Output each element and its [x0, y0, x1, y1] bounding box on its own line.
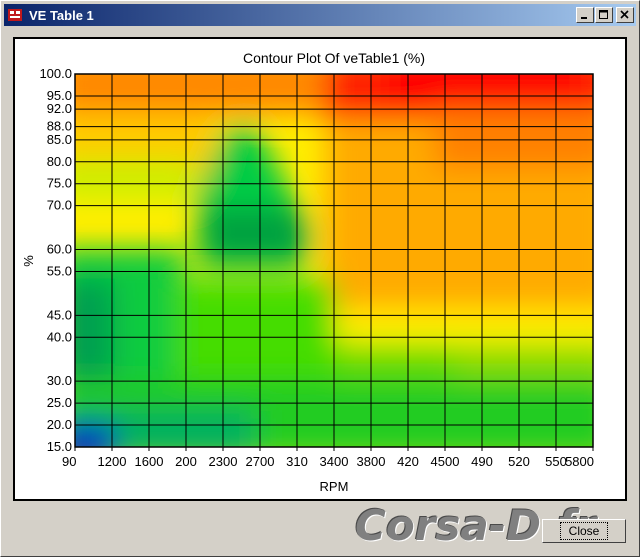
app-chip-icon[interactable]	[7, 7, 23, 23]
x-tick-label: 310	[286, 454, 308, 469]
x-tick-label: 550	[545, 454, 567, 469]
title-bar[interactable]: VE Table 1	[4, 4, 636, 26]
y-tick-label: 100.0	[39, 66, 72, 81]
x-tick-label: 3800	[357, 454, 386, 469]
close-button-label: Close	[559, 522, 609, 540]
minimize-icon	[581, 17, 587, 19]
heatmap-surface	[75, 74, 593, 447]
y-tick-label: 55.0	[47, 263, 72, 278]
minimize-button[interactable]	[576, 7, 594, 23]
y-axis-label: %	[21, 255, 36, 267]
ve-table-window: VE Table 1 Contour Plot Of veTable1 (%)	[0, 0, 640, 557]
close-button[interactable]: Close	[542, 519, 626, 543]
x-tick-label: 2300	[209, 454, 238, 469]
x-tick-label: 200	[175, 454, 197, 469]
window-title: VE Table 1	[29, 7, 94, 23]
x-tick-label: 420	[397, 454, 419, 469]
y-tick-label: 20.0	[47, 417, 72, 432]
x-tick-label: 490	[471, 454, 493, 469]
x-tick-label: 5800	[565, 454, 594, 469]
contour-chart: Contour Plot Of veTable1 (%) 100.095.092…	[21, 50, 594, 494]
y-tick-label: 85.0	[47, 132, 72, 147]
x-tick-label: 90	[62, 454, 76, 469]
y-tick-label: 15.0	[47, 439, 72, 454]
close-icon	[620, 10, 629, 19]
x-tick-label: 520	[508, 454, 530, 469]
y-tick-label: 75.0	[47, 176, 72, 191]
x-tick-label: 1200	[98, 454, 127, 469]
x-tick-label: 2700	[246, 454, 275, 469]
x-tick-label: 4500	[431, 454, 460, 469]
y-tick-label: 40.0	[47, 329, 72, 344]
y-tick-label: 25.0	[47, 395, 72, 410]
maximize-icon	[599, 10, 608, 19]
maximize-button[interactable]	[595, 7, 613, 23]
y-tick-label: 60.0	[47, 242, 72, 257]
y-tick-label: 30.0	[47, 373, 72, 388]
x-tick-label: 3400	[320, 454, 349, 469]
x-tick-label: 1600	[135, 454, 164, 469]
x-axis: 90 1200 1600 200 2300 2700 310 3400 3800 420 4500 4…	[62, 454, 594, 469]
x-axis-label: RPM	[320, 479, 349, 494]
y-tick-label: 80.0	[47, 154, 72, 169]
plot-frame: Contour Plot Of veTable1 (%) 100.0 95.0 …	[13, 37, 627, 501]
close-window-button[interactable]	[616, 7, 634, 23]
chart-title: Contour Plot Of veTable1 (%)	[243, 50, 425, 66]
y-axis: 100.095.092.088.085.080.075.070.060.055.…	[39, 66, 72, 454]
y-tick-label: 70.0	[47, 198, 72, 213]
y-tick-label: 45.0	[47, 307, 72, 322]
y-tick-label: 92.0	[47, 101, 72, 116]
